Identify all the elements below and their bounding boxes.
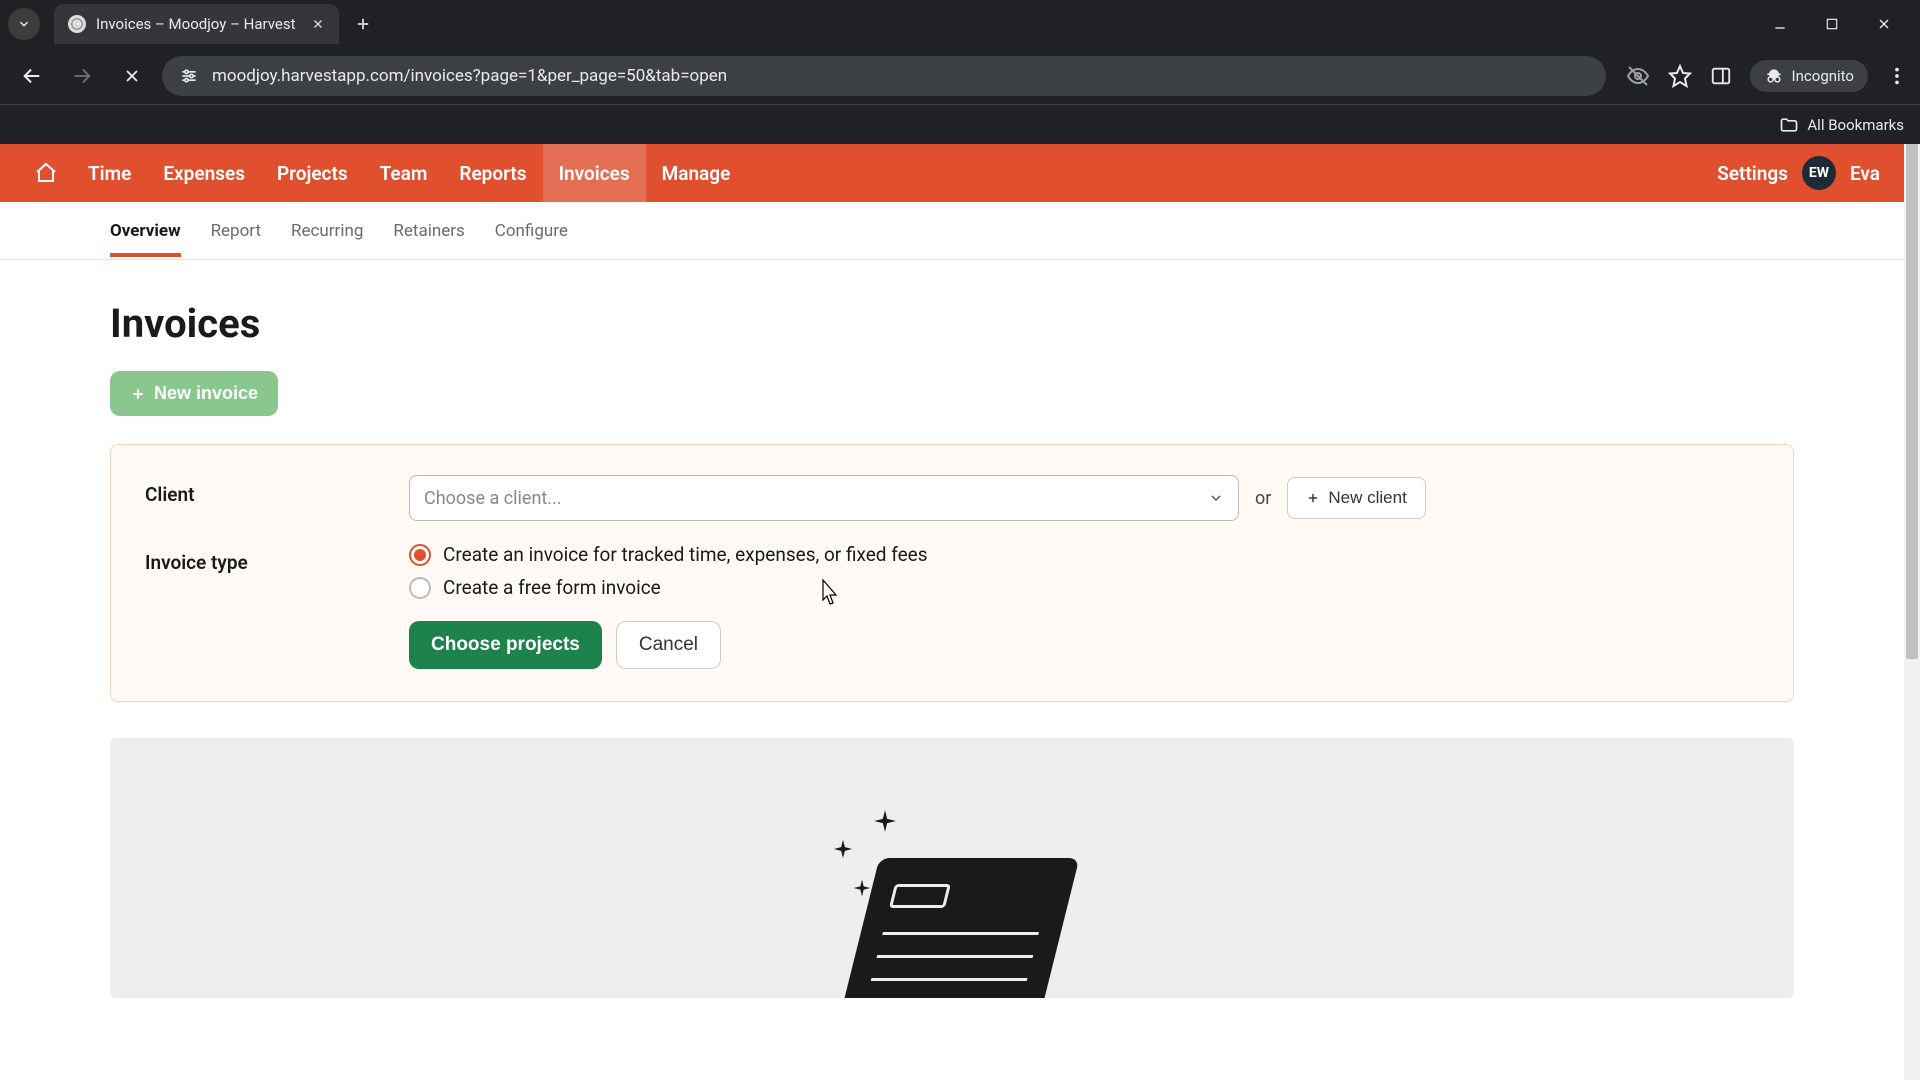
tab-close-icon[interactable] [311,17,325,31]
window-controls [1768,12,1912,36]
topnav-expenses[interactable]: Expenses [147,144,261,202]
radio-free-form[interactable]: Create a free form invoice [409,576,928,599]
side-panel-icon[interactable] [1710,65,1732,87]
form-row-client: Client Choose a client... or New client [145,475,1759,521]
settings-link[interactable]: Settings [1717,162,1788,185]
subtabs: Overview Report Recurring Retainers Conf… [0,202,1904,260]
site-settings-icon[interactable] [178,65,200,87]
choose-projects-button[interactable]: Choose projects [409,621,602,669]
new-invoice-button[interactable]: New invoice [110,371,278,416]
new-client-label: New client [1328,488,1406,508]
sparkle-icon [832,838,854,860]
scrollbar-thumb[interactable] [1906,144,1918,659]
browser-tab[interactable]: Invoices – Moodjoy – Harvest [54,4,339,44]
address-bar[interactable]: moodjoy.harvestapp.com/invoices?page=1&p… [162,56,1606,96]
client-select-placeholder: Choose a client... [424,488,562,509]
topnav-manage[interactable]: Manage [646,144,747,202]
sparkle-icon [872,808,898,834]
nav-stop-button[interactable] [112,56,152,96]
browser-chrome: Invoices – Moodjoy – Harvest moo [0,0,1920,144]
radio-tracked-label: Create an invoice for tracked time, expe… [443,543,928,566]
new-invoice-label: New invoice [154,383,258,404]
topnav-reports[interactable]: Reports [443,144,542,202]
client-select[interactable]: Choose a client... [409,475,1239,521]
user-avatar[interactable]: EW [1802,156,1836,190]
bookmarks-bar: All Bookmarks [0,104,1920,144]
page-title: Invoices [110,300,1794,347]
subtab-recurring[interactable]: Recurring [291,205,363,257]
tab-title: Invoices – Moodjoy – Harvest [96,15,295,33]
form-actions: Choose projects Cancel [409,621,1759,669]
subtab-retainers[interactable]: Retainers [393,205,464,257]
bookmark-star-icon[interactable] [1668,64,1692,88]
topnav-time[interactable]: Time [72,144,147,202]
subtab-configure[interactable]: Configure [495,205,568,257]
topnav-projects[interactable]: Projects [261,144,364,202]
kebab-menu-icon[interactable] [1886,65,1908,87]
minimize-icon[interactable] [1768,12,1792,36]
tab-strip: Invoices – Moodjoy – Harvest [0,0,1920,48]
incognito-indicator[interactable]: Incognito [1750,60,1868,92]
all-bookmarks-label: All Bookmarks [1807,116,1904,134]
new-invoice-form: Client Choose a client... or New client [110,444,1794,702]
nav-back-button[interactable] [12,56,52,96]
app-topbar: Time Expenses Projects Team Reports Invo… [0,144,1904,202]
all-bookmarks-button[interactable]: All Bookmarks [1779,115,1904,135]
invoice-type-label: Invoice type [145,543,409,599]
maximize-icon[interactable] [1820,12,1844,36]
incognito-label: Incognito [1792,67,1854,85]
user-name[interactable]: Eva [1850,162,1880,185]
toolbar-right-icons: Incognito [1616,60,1908,92]
radio-circle-icon [409,577,431,599]
topnav: Time Expenses Projects Team Reports Invo… [72,144,746,202]
nav-forward-button[interactable] [62,56,102,96]
cancel-button[interactable]: Cancel [616,621,721,669]
tab-favicon [68,15,86,33]
topnav-invoices[interactable]: Invoices [543,144,646,202]
invoice-type-radio-group: Create an invoice for tracked time, expe… [409,543,928,599]
browser-toolbar: moodjoy.harvestapp.com/invoices?page=1&p… [0,48,1920,104]
close-window-icon[interactable] [1872,12,1896,36]
topnav-team[interactable]: Team [364,144,444,202]
main-content: Invoices New invoice Client Choose a cli… [0,260,1904,998]
subtab-report[interactable]: Report [211,205,261,257]
radio-circle-icon [409,544,431,566]
chevron-down-icon [1208,490,1224,506]
home-icon[interactable] [24,144,68,202]
radio-tracked-time[interactable]: Create an invoice for tracked time, expe… [409,543,928,566]
url-text: moodjoy.harvestapp.com/invoices?page=1&p… [212,66,1590,86]
new-tab-button[interactable] [347,8,379,40]
app-viewport: Time Expenses Projects Team Reports Invo… [0,144,1920,1080]
client-label: Client [145,475,409,521]
form-row-invoice-type: Invoice type Create an invoice for track… [145,543,1759,599]
tabs-dropdown-button[interactable] [8,8,40,40]
vertical-scrollbar[interactable] [1904,144,1920,1080]
or-text: or [1255,488,1271,509]
empty-state-panel [110,738,1794,998]
new-client-button[interactable]: New client [1287,477,1425,519]
eye-off-icon[interactable] [1626,64,1650,88]
subtab-overview[interactable]: Overview [110,205,181,257]
radio-freeform-label: Create a free form invoice [443,576,661,599]
topbar-right: Settings EW Eva [1717,156,1880,190]
